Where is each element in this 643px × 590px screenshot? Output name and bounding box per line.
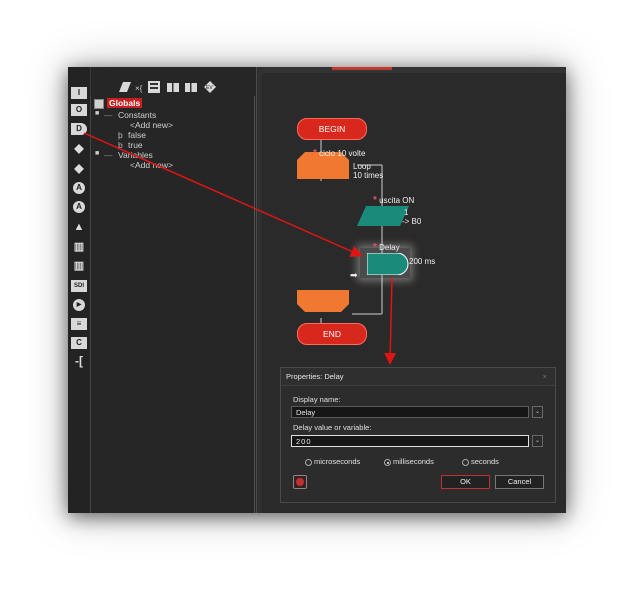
help-icon[interactable]	[293, 475, 307, 489]
cancel-button[interactable]: Cancel	[495, 475, 544, 489]
ok-button[interactable]: OK	[441, 475, 490, 489]
dialog-title: Properties: Delay	[286, 372, 344, 381]
delay-value-label: Delay value or variable:	[293, 423, 372, 432]
display-name-field[interactable]: Delay	[291, 406, 529, 418]
close-icon[interactable]: ×	[543, 368, 547, 386]
microseconds-label: microseconds	[314, 457, 361, 466]
seconds-radio[interactable]	[462, 459, 469, 466]
properties-arrow	[384, 276, 397, 365]
dialog-title-bar[interactable]: Properties: Delay ×	[281, 368, 555, 386]
drag-arrow	[83, 132, 363, 257]
microseconds-radio[interactable]	[305, 459, 312, 466]
delay-value-dropdown-icon[interactable]: ⌄	[532, 435, 543, 447]
display-name-dropdown-icon[interactable]: ⌄	[532, 406, 543, 418]
properties-dialog: Properties: Delay × Display name: Delay …	[280, 367, 556, 503]
seconds-label: seconds	[471, 457, 499, 466]
milliseconds-label: milliseconds	[393, 457, 434, 466]
display-name-label: Display name:	[293, 395, 341, 404]
delay-value-field[interactable]: 200	[291, 435, 529, 447]
milliseconds-radio[interactable]	[384, 459, 391, 466]
